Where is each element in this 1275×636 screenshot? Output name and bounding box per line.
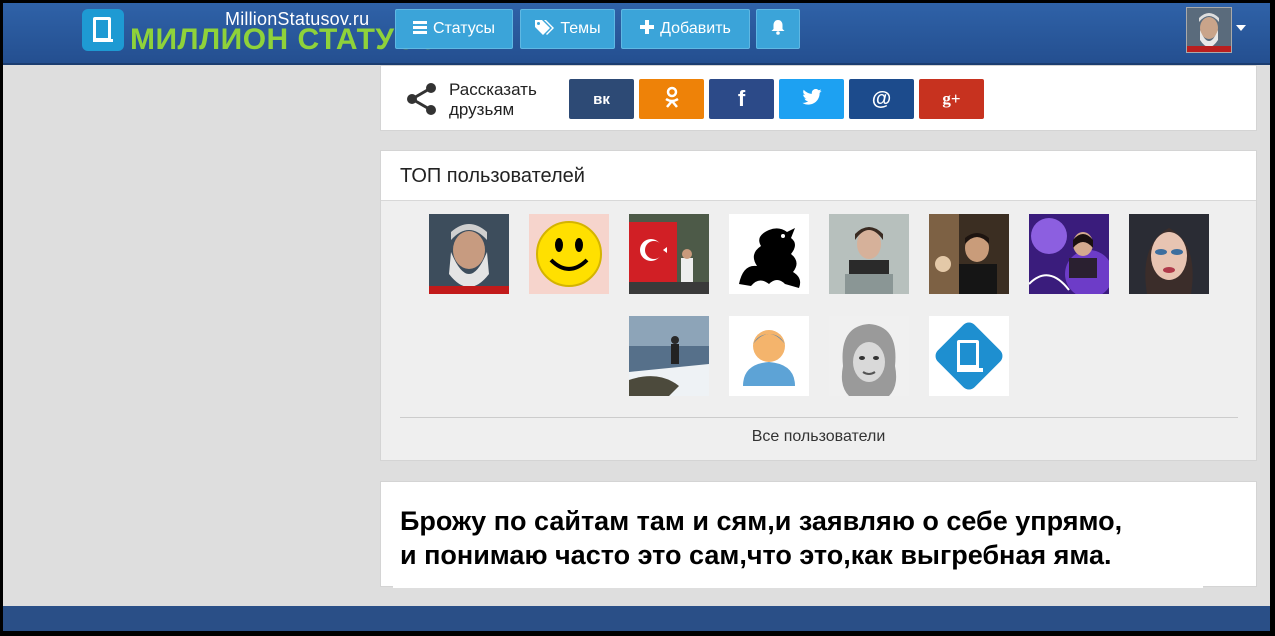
fur-hat-avatar[interactable] [829, 316, 909, 396]
page: MillionStatusov.ru МИЛЛИОН СТАТУСОВ Стат… [3, 3, 1270, 631]
quote-line-1: Брожу по сайтам там и сям,и заявляю о се… [400, 506, 1123, 536]
plus-icon [640, 19, 655, 39]
book-logo-icon[interactable] [82, 9, 124, 51]
tags-icon [534, 19, 555, 40]
facebook-icon: f [737, 86, 746, 111]
man-photo-avatar[interactable] [929, 214, 1009, 294]
woman-photo-avatar[interactable] [829, 214, 909, 294]
vk-icon: вк [593, 90, 610, 108]
nav-topics-label: Темы [560, 20, 601, 37]
share-twitter-button[interactable] [779, 79, 844, 119]
nav-statuses-button[interactable]: Статусы [395, 9, 513, 49]
share-icon [405, 82, 439, 121]
nav-add-button[interactable]: Добавить [621, 9, 750, 49]
smiley-avatar[interactable] [529, 214, 609, 294]
status-quote-text: Брожу по сайтам там и сям,и заявляю о се… [400, 504, 1230, 572]
all-users-link[interactable]: Все пользователи [381, 428, 1256, 446]
makeup-avatar[interactable] [1129, 214, 1209, 294]
dragon-avatar[interactable] [729, 214, 809, 294]
share-panel: Рассказать друзьям вк f @ g+ [380, 65, 1257, 131]
purple-avatar[interactable] [1029, 214, 1109, 294]
share-mail-button[interactable]: @ [849, 79, 914, 119]
nav-statuses-label: Статусы [432, 20, 496, 37]
bearded-man-avatar[interactable] [429, 214, 509, 294]
chevron-down-icon[interactable] [1236, 25, 1246, 31]
default-user-avatar[interactable] [729, 316, 809, 396]
turkey-flag-avatar[interactable] [629, 214, 709, 294]
twitter-icon [801, 88, 822, 110]
odnoklassniki-icon [664, 86, 680, 113]
top-navbar: MillionStatusov.ru МИЛЛИОН СТАТУСОВ Стат… [3, 3, 1270, 65]
footer [3, 606, 1270, 631]
mail-icon: @ [871, 87, 892, 110]
top-users-header: ТОП пользователей [381, 151, 1256, 201]
share-label: Рассказать друзьям [449, 80, 537, 119]
top-users-panel: ТОП пользователей Все пользователи [380, 150, 1257, 461]
nav-add-label: Добавить [660, 20, 731, 37]
share-facebook-button[interactable]: f [709, 79, 774, 119]
share-ok-button[interactable] [639, 79, 704, 119]
bell-icon [771, 19, 785, 40]
quote-line-2: и понимаю часто это сам,что это,как выгр… [400, 540, 1112, 570]
nav-topics-button[interactable]: Темы [520, 9, 615, 49]
share-vk-button[interactable]: вк [569, 79, 634, 119]
notifications-button[interactable] [756, 9, 800, 49]
status-quote-panel: Брожу по сайтам там и сям,и заявляю о се… [380, 481, 1257, 588]
site-logo-avatar[interactable] [929, 316, 1009, 396]
share-google-plus-button[interactable]: g+ [919, 79, 984, 119]
menu-icon [412, 20, 427, 39]
google-plus-icon: g+ [942, 89, 961, 108]
user-avatar[interactable] [1186, 7, 1232, 53]
landscape-avatar[interactable] [629, 316, 709, 396]
top-users-title: ТОП пользователей [400, 165, 585, 187]
divider [400, 417, 1238, 418]
